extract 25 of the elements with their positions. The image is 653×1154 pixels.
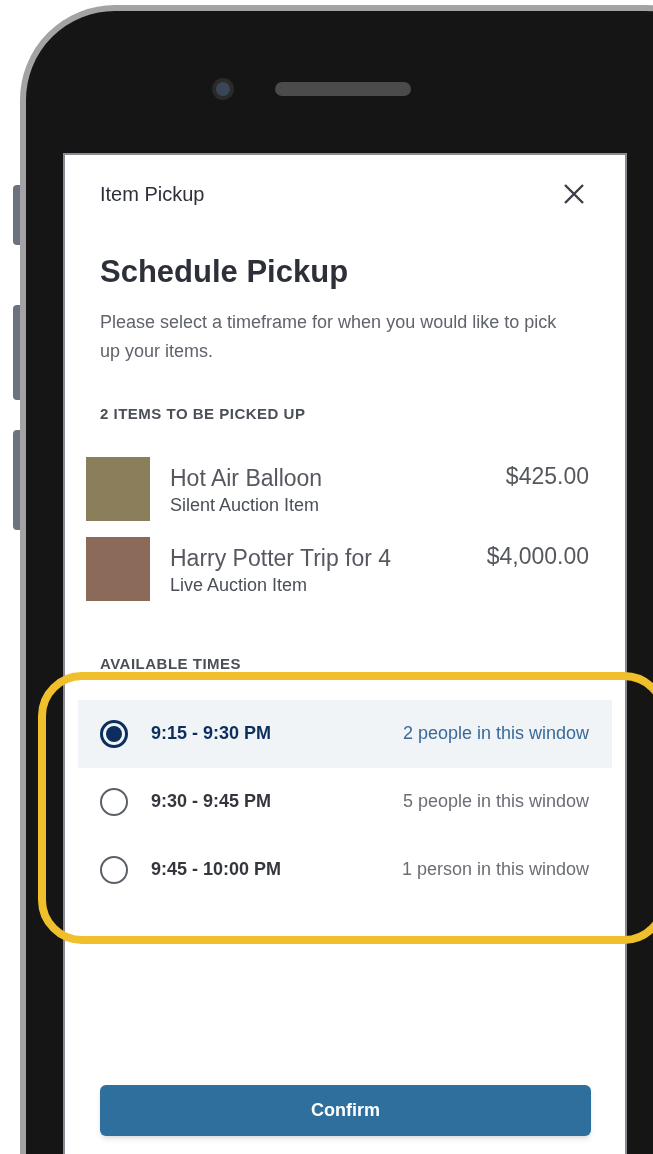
section-label: 2 ITEMS TO BE PICKED UP — [99, 403, 307, 424]
radio-button[interactable] — [100, 855, 128, 884]
radio-button[interactable] — [100, 719, 128, 748]
heading: Schedule Pickup — [99, 253, 350, 291]
item-price: $425.00 — [505, 462, 589, 491]
item-type: Live Auction Item — [170, 574, 309, 597]
time-range: 9:30 - 9:45 PM — [151, 790, 273, 813]
people-count: 2 people in this window — [402, 722, 589, 745]
modal-title: Item Pickup — [100, 182, 205, 207]
people-count: 1 person in this window — [401, 858, 589, 881]
time-range: 9:15 - 9:30 PM — [151, 722, 273, 745]
confirm-button[interactable]: Confirm — [100, 1085, 591, 1136]
item-type: Silent Auction Item — [170, 494, 321, 517]
close-icon[interactable] — [563, 183, 585, 205]
people-count: 5 people in this window — [402, 790, 589, 813]
radio-button[interactable] — [100, 787, 128, 816]
item-name: Hot Air Balloon — [170, 464, 324, 493]
time-option[interactable]: 9:15 - 9:30 PM 2 people in this window — [78, 699, 612, 768]
item-price: $4,000.00 — [486, 542, 589, 571]
description: Please select a timeframe for when you would like to pick up your items. — [99, 310, 558, 363]
photo-placeholder — [86, 537, 150, 601]
section-label: AVAILABLE TIMES — [99, 654, 243, 674]
item-name: Harry Potter Trip for 4 — [170, 544, 393, 573]
time-range: 9:45 - 10:00 PM — [151, 858, 283, 881]
photo-placeholder — [86, 457, 150, 521]
